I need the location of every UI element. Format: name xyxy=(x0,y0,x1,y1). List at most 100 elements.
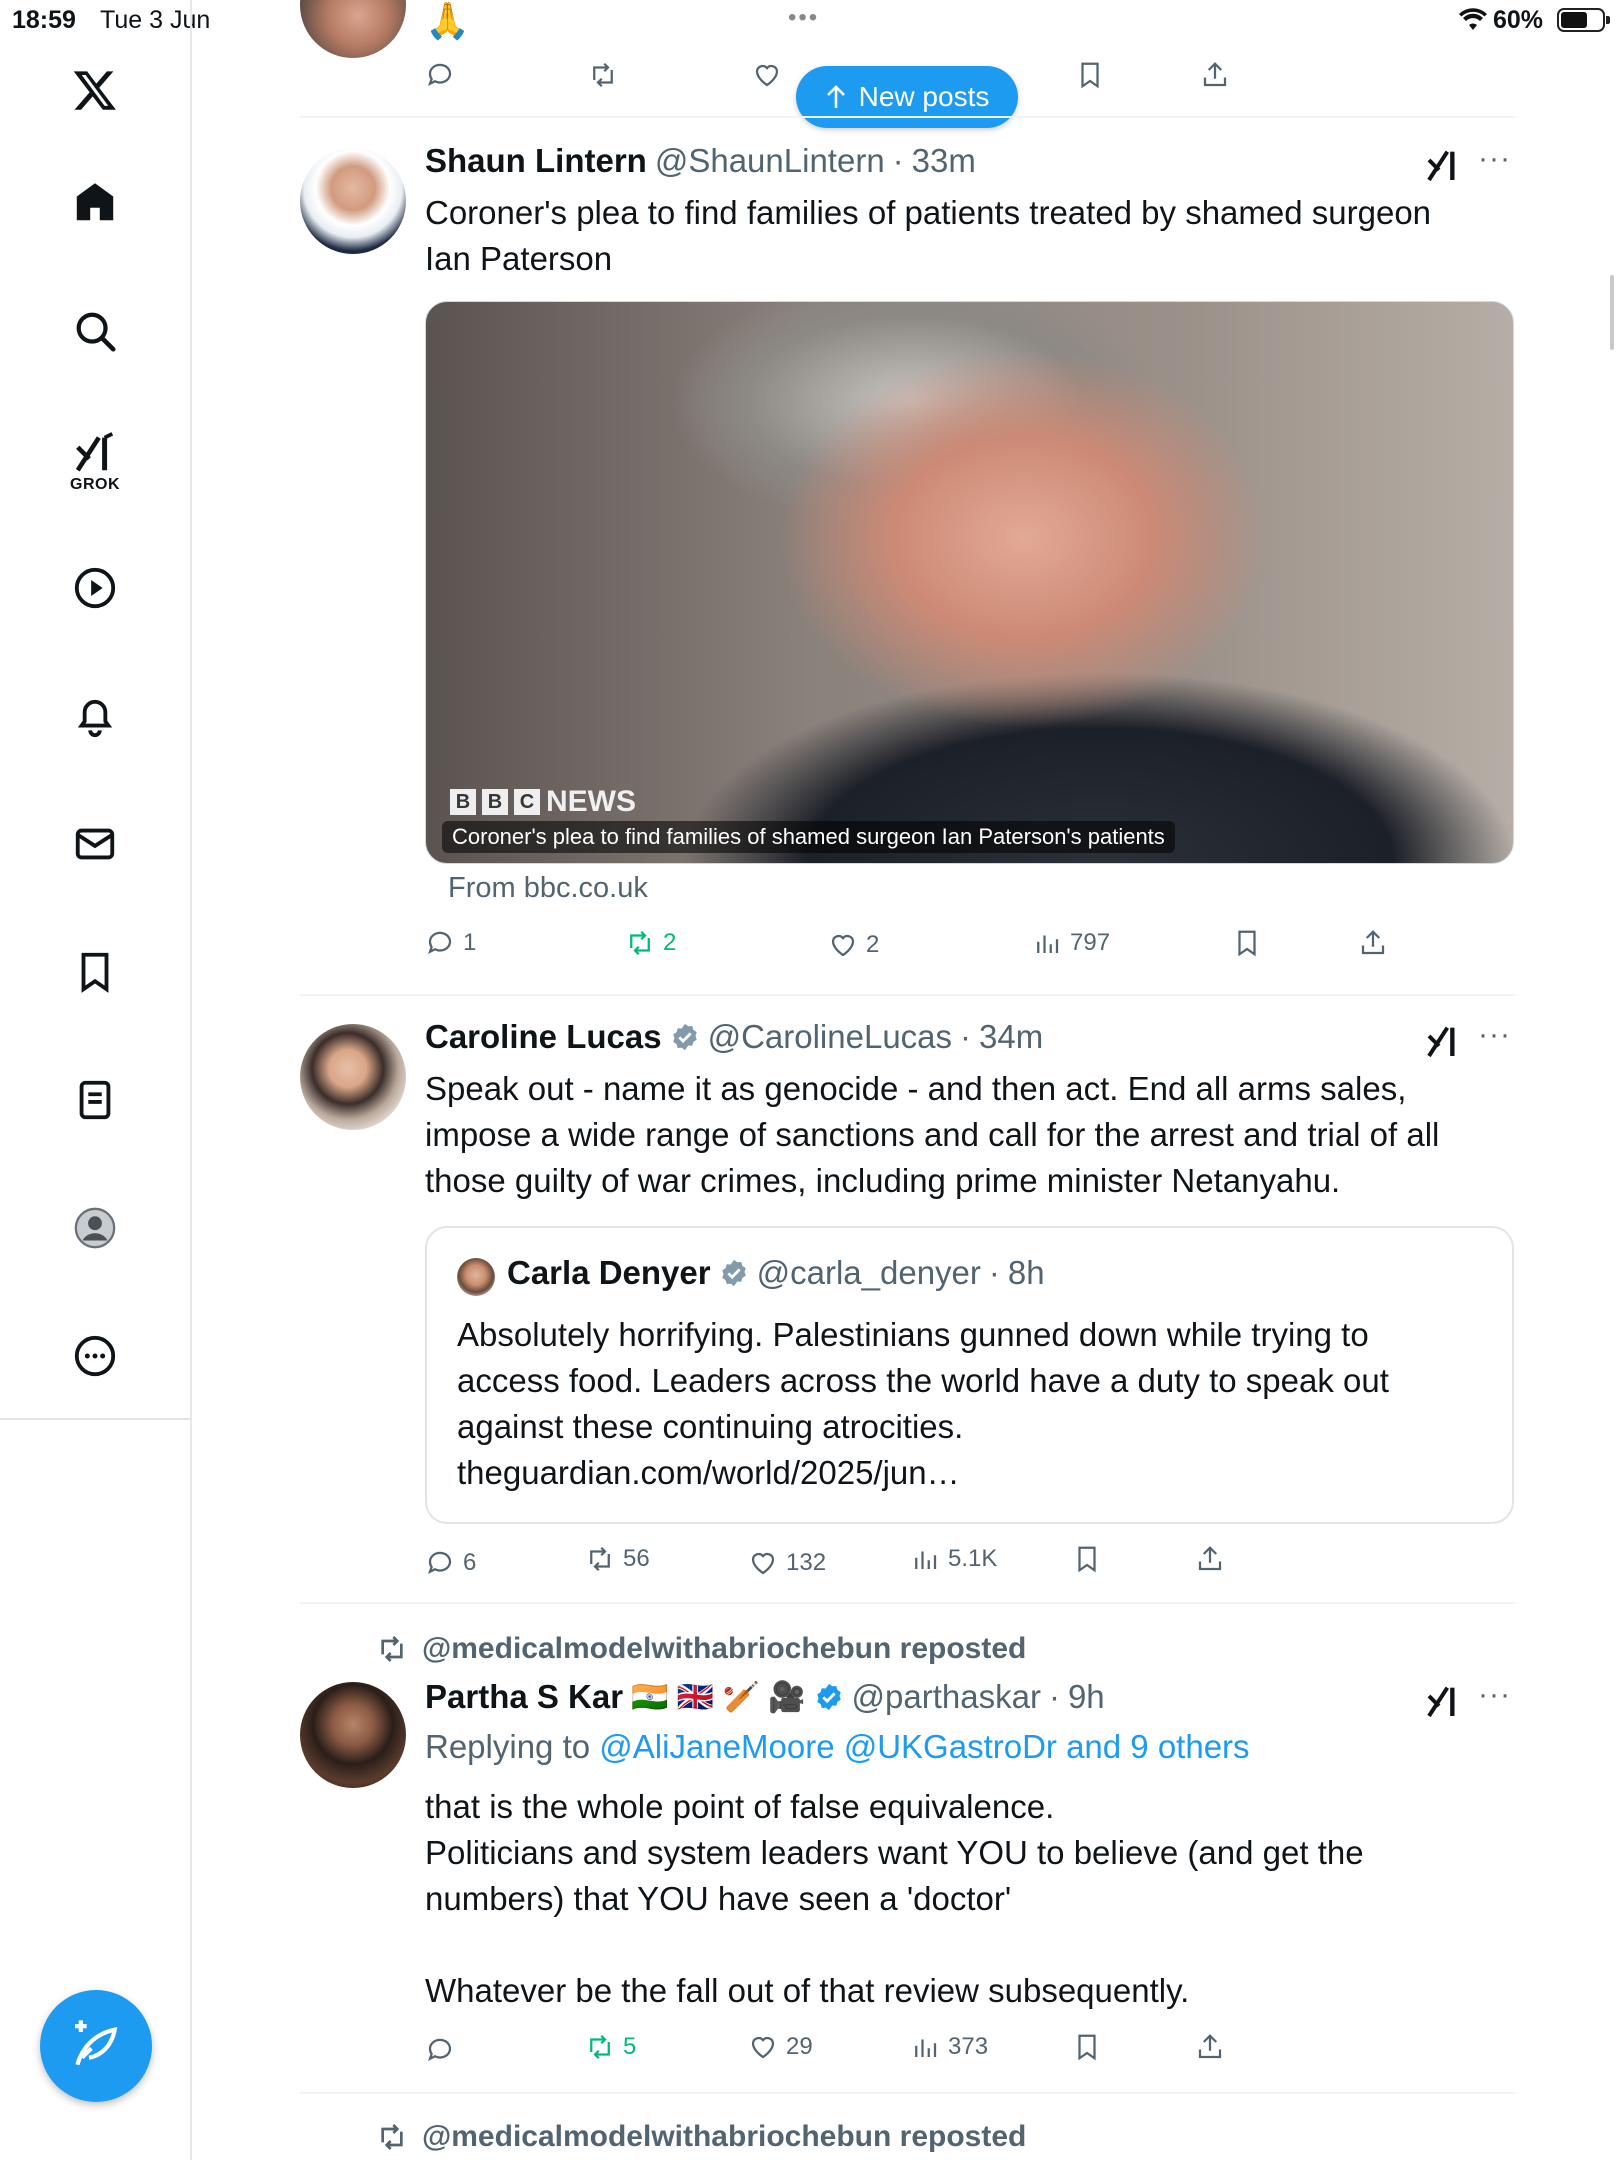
separator-dot: · xyxy=(892,142,904,179)
repost-button[interactable] xyxy=(588,60,618,90)
bookmark-button[interactable] xyxy=(1232,928,1262,958)
new-posts-label: New posts xyxy=(858,81,990,112)
tweet-text-line: numbers) that YOU have seen a 'doctor' xyxy=(425,1880,1012,1917)
arrow-up-icon xyxy=(826,85,845,108)
tweet-text-line: Coroner's plea to find families of patie… xyxy=(425,194,1432,231)
avatar[interactable] xyxy=(300,0,406,58)
link-card-image[interactable]: BBC NEWS Coroner's plea to find families… xyxy=(425,301,1514,864)
share-button[interactable] xyxy=(1200,60,1230,90)
grok-label: GROK xyxy=(70,476,120,493)
tweet-text-line: access food. Leaders across the world ha… xyxy=(457,1362,1389,1399)
battery-percent: 60% xyxy=(1493,6,1544,34)
share-button[interactable] xyxy=(1358,928,1388,958)
notifications-bell-icon[interactable] xyxy=(60,681,130,751)
tweet-time[interactable]: 33m xyxy=(912,142,976,180)
reply-icon xyxy=(428,2038,452,2061)
like-count: 2 xyxy=(866,931,880,958)
repost-attribution-label: @medicalmodelwithabriochebun reposted xyxy=(422,2120,1027,2153)
repost-attribution[interactable]: @medicalmodelwithabriochebun reposted xyxy=(376,1632,1026,1666)
more-options-icon[interactable]: ··· xyxy=(1478,1678,1511,1712)
home-icon[interactable] xyxy=(60,168,130,238)
repost-icon xyxy=(590,1546,610,1572)
bookmark-button[interactable] xyxy=(1072,2032,1102,2062)
author-handle[interactable]: @CarolineLucas xyxy=(708,1018,952,1056)
like-button[interactable]: 2 xyxy=(828,930,879,960)
share-icon xyxy=(1203,62,1227,87)
grok-icon[interactable] xyxy=(1424,145,1464,185)
like-button[interactable]: 29 xyxy=(748,2032,813,2062)
share-button[interactable] xyxy=(1195,1544,1225,1574)
new-posts-button[interactable]: New posts xyxy=(796,66,1018,128)
repost-icon xyxy=(593,62,613,88)
messages-envelope-icon[interactable] xyxy=(60,809,130,879)
tweet-text-line: Whatever be the fall out of that review … xyxy=(425,1972,1190,2009)
quoted-author-name: Carla Denyer xyxy=(507,1254,711,1291)
views-chart-icon xyxy=(915,2039,937,2057)
repost-count: 56 xyxy=(623,1545,650,1572)
bookmarks-icon[interactable] xyxy=(60,937,130,1007)
author-name[interactable]: Shaun Lintern xyxy=(425,142,647,180)
bookmark-icon xyxy=(1081,62,1099,89)
quoted-tweet[interactable]: Carla Denyer @carla_denyer · 8h Absolute… xyxy=(425,1226,1514,1524)
author-name[interactable]: Caroline Lucas xyxy=(425,1018,662,1056)
compose-post-button[interactable] xyxy=(40,1990,152,2102)
repost-button[interactable]: 56 xyxy=(585,1544,650,1574)
feed-divider xyxy=(300,116,1515,118)
bookmark-icon xyxy=(1238,930,1256,957)
tweet-text-line xyxy=(425,1922,1364,1968)
more-options-icon[interactable]: ··· xyxy=(1478,142,1511,176)
views-button[interactable]: 373 xyxy=(910,2032,988,2062)
author-name[interactable]: Partha S Kar xyxy=(425,1678,623,1716)
reply-button[interactable] xyxy=(425,60,455,90)
share-button[interactable] xyxy=(1195,2032,1225,2062)
lists-icon[interactable] xyxy=(60,1065,130,1135)
replying-to-users-link[interactable]: @AliJaneMoore @UKGastroDr and 9 others xyxy=(599,1728,1249,1765)
share-icon xyxy=(1198,1546,1222,1571)
view-count: 373 xyxy=(948,2033,989,2060)
bookmark-icon xyxy=(1078,1546,1096,1573)
more-options-icon[interactable]: ··· xyxy=(1478,1018,1511,1052)
repost-button[interactable]: 2 xyxy=(625,928,676,958)
reply-icon xyxy=(428,931,452,954)
grok-icon[interactable] xyxy=(1424,1681,1464,1721)
top-tweet-text: 🙏 xyxy=(425,0,470,41)
view-count: 5.1K xyxy=(948,1545,998,1572)
search-icon[interactable] xyxy=(60,296,130,366)
video-play-icon[interactable] xyxy=(60,553,130,623)
like-button[interactable]: 132 xyxy=(748,1548,826,1578)
tweet-time[interactable]: 34m xyxy=(979,1018,1043,1056)
author-handle[interactable]: @parthaskar xyxy=(852,1678,1041,1716)
bookmark-button[interactable] xyxy=(1072,1544,1102,1574)
tweet-text-line: that is the whole point of false equival… xyxy=(425,1788,1055,1825)
repost-attribution[interactable]: @medicalmodelwithabriochebun reposted xyxy=(376,2120,1026,2154)
like-count: 132 xyxy=(786,1549,827,1576)
bookmark-button[interactable] xyxy=(1075,60,1105,90)
tweet-time[interactable]: 9h xyxy=(1068,1678,1105,1716)
tweet-header: Shaun Lintern @ShaunLintern · 33m xyxy=(425,142,976,180)
multitask-dots-icon[interactable]: ••• xyxy=(788,4,819,32)
reply-button[interactable]: 6 xyxy=(425,1548,476,1578)
reply-count: 1 xyxy=(463,929,477,956)
quoted-link[interactable]: theguardian.com/world/2025/jun… xyxy=(457,1450,1389,1496)
views-button[interactable]: 5.1K xyxy=(910,1544,997,1574)
separator-dot: · xyxy=(960,1018,972,1055)
author-handle[interactable]: @ShaunLintern xyxy=(655,142,885,180)
tweet-text-line: those guilty of war crimes, including pr… xyxy=(425,1162,1341,1199)
like-button[interactable] xyxy=(752,60,782,90)
x-logo-icon[interactable] xyxy=(60,55,130,125)
replying-to: Replying to @AliJaneMoore @UKGastroDr an… xyxy=(425,1728,1250,1766)
link-source[interactable]: From bbc.co.uk xyxy=(448,872,648,905)
avatar[interactable] xyxy=(300,1682,406,1788)
reply-button[interactable] xyxy=(425,2035,463,2065)
views-button[interactable]: 797 xyxy=(1032,928,1110,958)
scrollbar-thumb[interactable] xyxy=(1610,275,1614,350)
grok-icon[interactable] xyxy=(1424,1021,1464,1061)
reply-button[interactable]: 1 xyxy=(425,928,476,958)
views-chart-icon xyxy=(915,1551,937,1569)
profile-avatar-icon[interactable] xyxy=(60,1193,130,1263)
repost-button[interactable]: 5 xyxy=(585,2032,636,2062)
avatar[interactable] xyxy=(300,1024,406,1130)
more-options-icon[interactable] xyxy=(60,1321,130,1391)
tweet-text-line: Speak out - name it as genocide - and th… xyxy=(425,1070,1407,1107)
avatar[interactable] xyxy=(300,148,406,254)
